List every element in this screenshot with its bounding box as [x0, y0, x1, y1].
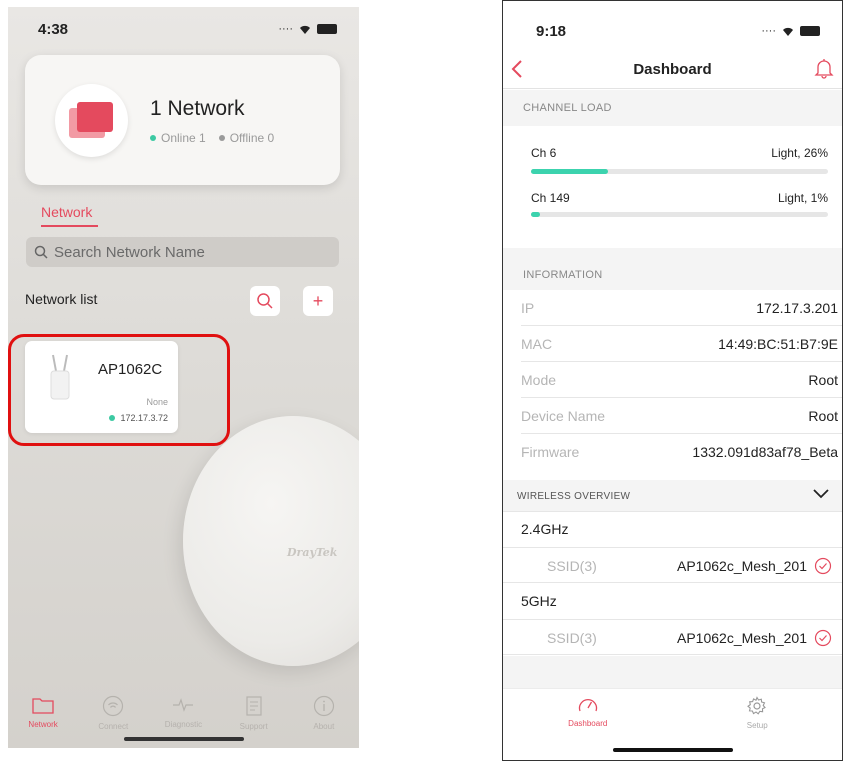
offline-dot-icon — [218, 135, 225, 141]
check-circle-icon — [814, 629, 832, 647]
nav-bar: Dashboard — [503, 51, 842, 89]
network-list-screen: 4:38 ···· 1 Network Online 1 Offline 0 N… — [8, 7, 359, 748]
battery-icon — [800, 26, 820, 36]
ssid-row[interactable]: SSID(3) AP1062c_Mesh_201 — [503, 619, 842, 655]
information-header: INFORMATION — [503, 248, 842, 290]
wireless-overview-title: WIRELESS OVERVIEW — [517, 491, 631, 502]
battery-icon — [317, 24, 337, 34]
add-network-button[interactable]: + — [303, 286, 333, 316]
ssid-value: AP1062c_Mesh_201 — [677, 630, 807, 646]
bell-icon[interactable] — [814, 57, 834, 79]
device-product-photo — [183, 416, 359, 666]
network-icon — [55, 84, 128, 157]
status-time: 9:18 — [536, 23, 567, 40]
content-footer — [503, 656, 842, 688]
channel-load-fill — [531, 169, 609, 174]
info-value: 172.17.3.201 — [756, 299, 838, 316]
search-bar[interactable] — [26, 237, 339, 267]
channel-status: Light, 26% — [771, 146, 828, 160]
offline-count: Offline 0 — [229, 131, 275, 145]
signal-icon: ···· — [761, 25, 776, 37]
channel-load-bar — [531, 212, 828, 217]
brand-logo: DrayTek — [287, 546, 338, 559]
search-icon — [257, 293, 273, 309]
network-summary-card[interactable]: 1 Network Online 1 Offline 0 — [25, 55, 340, 185]
band-label: 5GHz — [521, 593, 557, 609]
band-label: 2.4GHz — [521, 521, 569, 537]
search-input[interactable] — [54, 243, 324, 261]
ssid-label: SSID(3) — [547, 558, 597, 574]
status-bar: 9:18 ···· — [503, 23, 842, 43]
info-key: IP — [521, 299, 535, 316]
search-icon — [34, 245, 48, 259]
search-button[interactable] — [250, 286, 280, 316]
channel-row: Ch 149 Light, 1% — [531, 191, 828, 205]
online-count: Online 1 — [161, 131, 206, 145]
channel-row: Ch 6 Light, 26% — [531, 146, 828, 160]
network-count-title: 1 Network — [150, 97, 245, 120]
home-indicator — [123, 737, 244, 741]
channel-load-bar — [531, 169, 828, 174]
info-value: Root — [808, 371, 838, 388]
ssid-label: SSID(3) — [547, 630, 597, 646]
status-bar: 4:38 ···· — [8, 21, 359, 41]
chevron-down-icon[interactable] — [812, 488, 830, 500]
pulse-icon — [173, 698, 194, 712]
channel-load-fill — [531, 212, 540, 217]
info-value: 1332.091d83af78_Beta — [692, 444, 838, 460]
info-value: 14:49:BC:51:B7:9E — [718, 335, 838, 352]
channel-name: Ch 6 — [531, 146, 557, 160]
status-time: 4:38 — [38, 21, 69, 38]
tab-about[interactable]: About — [294, 685, 354, 748]
status-icons: ···· — [761, 25, 820, 37]
network-list-label: Network list — [25, 291, 98, 307]
home-indicator — [612, 748, 733, 752]
info-icon — [313, 695, 334, 717]
wifi-icon — [103, 695, 124, 717]
tab-network[interactable]: Network — [41, 204, 92, 220]
info-value: Root — [808, 407, 838, 424]
info-row-device-name: Device Name Root — [521, 398, 842, 434]
folder-icon — [32, 698, 54, 714]
ssid-value: AP1062c_Mesh_201 — [677, 558, 807, 574]
page-title: Dashboard — [633, 61, 712, 78]
highlight-box — [8, 334, 230, 446]
check-circle-icon — [814, 557, 832, 575]
info-key: Firmware — [521, 444, 580, 460]
info-row-mode: Mode Root — [521, 362, 842, 398]
tab-network-bottom[interactable]: Network — [13, 685, 73, 748]
gauge-icon — [578, 698, 597, 712]
signal-icon: ···· — [278, 23, 293, 35]
info-key: MAC — [521, 335, 553, 352]
tab-underline — [41, 225, 98, 227]
status-icons: ···· — [278, 23, 337, 35]
info-row-firmware: Firmware 1332.091d83af78_Beta — [521, 434, 842, 470]
gear-icon — [747, 696, 767, 715]
ssid-row[interactable]: SSID(3) AP1062c_Mesh_201 — [503, 547, 842, 583]
channel-load-header: CHANNEL LOAD — [503, 90, 842, 126]
info-row-mac: MAC 14:49:BC:51:B7:9E — [521, 326, 842, 362]
info-row-ip: IP 172.17.3.201 — [521, 290, 842, 326]
info-key: Mode — [521, 371, 557, 388]
channel-name: Ch 149 — [531, 191, 570, 205]
wifi-status-icon — [300, 25, 310, 34]
document-icon — [246, 696, 262, 716]
online-dot-icon — [150, 135, 156, 141]
wireless-overview-header[interactable]: WIRELESS OVERVIEW — [503, 480, 842, 512]
dashboard-screen: 9:18 ···· Dashboard CHANNEL LOAD Ch 6 Li… — [502, 0, 843, 761]
info-key: Device Name — [521, 407, 606, 424]
wifi-status-icon — [783, 27, 793, 36]
channel-status: Light, 1% — [777, 191, 828, 205]
network-status-summary: Online 1 Offline 0 — [150, 131, 274, 145]
